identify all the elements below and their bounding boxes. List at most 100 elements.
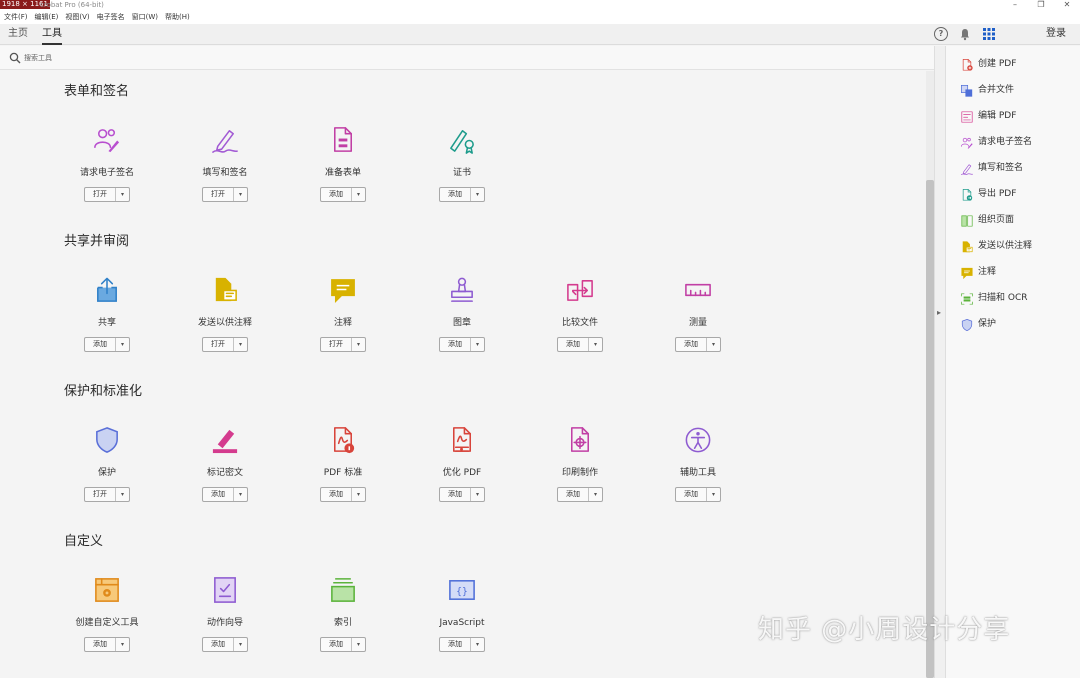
section-title: 共享并审阅 xyxy=(64,234,130,249)
chevron-down-icon[interactable]: ▾ xyxy=(589,488,602,501)
tool-action-button[interactable]: 打开 xyxy=(203,188,234,201)
chevron-down-icon[interactable]: ▾ xyxy=(471,338,484,351)
tool-action-button[interactable]: 添加 xyxy=(440,338,471,351)
tool-card[interactable]: 注释 打开 ▾ xyxy=(284,275,402,355)
right-pane-item[interactable]: 注释 xyxy=(960,264,996,280)
tool-card[interactable]: 请求电子签名 打开 ▾ xyxy=(48,125,166,205)
tool-action-button[interactable]: 打开 xyxy=(203,338,234,351)
tab-home[interactable]: 主页 xyxy=(8,27,28,41)
right-pane-item[interactable]: 创建 PDF xyxy=(960,56,1016,72)
tool-label: 填写和签名 xyxy=(202,168,248,178)
right-pane-item[interactable]: 编辑 PDF xyxy=(960,108,1016,124)
chevron-down-icon[interactable]: ▾ xyxy=(707,338,720,351)
tool-card[interactable]: PDF 标准 添加 ▾ xyxy=(284,425,402,505)
chevron-down-icon[interactable]: ▾ xyxy=(471,638,484,651)
chevron-down-icon[interactable]: ▾ xyxy=(352,638,365,651)
tool-card[interactable]: 动作向导 添加 ▾ xyxy=(166,575,284,655)
index-icon xyxy=(328,575,358,605)
tool-card[interactable]: 测量 添加 ▾ xyxy=(639,275,757,355)
right-pane-item[interactable]: 请求电子签名 xyxy=(960,134,1032,150)
right-pane-collapse-handle[interactable]: ▸ xyxy=(934,46,946,678)
minimize-button[interactable]: – xyxy=(1002,0,1028,11)
tool-card[interactable]: 印刷制作 添加 ▾ xyxy=(521,425,639,505)
bell-icon[interactable] xyxy=(958,27,972,41)
prepare-form-icon xyxy=(328,125,358,155)
tool-label: 比较文件 xyxy=(561,318,598,328)
tool-action-button[interactable]: 打开 xyxy=(85,188,116,201)
tool-card[interactable]: 发送以供注释 打开 ▾ xyxy=(166,275,284,355)
apps-grid-icon[interactable] xyxy=(982,27,996,41)
tool-action-button[interactable]: 添加 xyxy=(558,488,589,501)
tool-card[interactable]: 索引 添加 ▾ xyxy=(284,575,402,655)
chevron-down-icon[interactable]: ▾ xyxy=(234,188,247,201)
tool-card[interactable]: 优化 PDF 添加 ▾ xyxy=(403,425,521,505)
restore-button[interactable]: ❐ xyxy=(1028,0,1054,11)
search-input[interactable] xyxy=(24,51,324,65)
tool-action-button[interactable]: 打开 xyxy=(85,488,116,501)
tool-card[interactable]: 图章 添加 ▾ xyxy=(403,275,521,355)
tab-tools[interactable]: 工具 xyxy=(42,27,62,45)
menu-view[interactable]: 视图(V) xyxy=(65,11,89,24)
tool-card[interactable]: 创建自定义工具 添加 ▾ xyxy=(48,575,166,655)
tool-card[interactable]: 共享 添加 ▾ xyxy=(48,275,166,355)
chevron-down-icon[interactable]: ▾ xyxy=(471,188,484,201)
tool-action-button[interactable]: 打开 xyxy=(321,338,352,351)
right-pane-item-label: 注释 xyxy=(978,267,997,277)
chevron-down-icon[interactable]: ▾ xyxy=(352,188,365,201)
chevron-down-icon[interactable]: ▾ xyxy=(116,638,129,651)
chevron-down-icon[interactable]: ▾ xyxy=(707,488,720,501)
right-pane-item[interactable]: 合并文件 xyxy=(960,82,1014,98)
right-pane-item[interactable]: 发送以供注释 xyxy=(960,238,1032,254)
tool-action-button[interactable]: 添加 xyxy=(440,488,471,501)
chevron-down-icon[interactable]: ▾ xyxy=(116,338,129,351)
menu-edit[interactable]: 编辑(E) xyxy=(35,11,59,24)
scrollbar-thumb[interactable] xyxy=(926,180,934,678)
tool-action-button[interactable]: 添加 xyxy=(203,638,234,651)
chevron-down-icon[interactable]: ▾ xyxy=(471,488,484,501)
menu-file[interactable]: 文件(F) xyxy=(4,11,28,24)
tool-action-button[interactable]: 添加 xyxy=(321,638,352,651)
menu-window[interactable]: 窗口(W) xyxy=(132,11,158,24)
tool-action-button[interactable]: 添加 xyxy=(321,188,352,201)
close-button[interactable]: ✕ xyxy=(1054,0,1080,11)
tool-card[interactable]: 辅助工具 添加 ▾ xyxy=(639,425,757,505)
right-pane-item-label: 扫描和 OCR xyxy=(978,293,1028,303)
tool-action-button[interactable]: 添加 xyxy=(676,488,707,501)
help-icon[interactable]: ? xyxy=(934,27,948,41)
chevron-down-icon[interactable]: ▾ xyxy=(352,338,365,351)
tool-card[interactable]: 比较文件添加 ▾ xyxy=(521,275,639,355)
right-pane-item[interactable]: 保护 xyxy=(960,316,996,332)
tool-action-button[interactable]: 添加 xyxy=(203,488,234,501)
chevron-down-icon[interactable]: ▾ xyxy=(116,188,129,201)
chevron-down-icon[interactable]: ▾ xyxy=(116,488,129,501)
sign-in-link[interactable]: 登录 xyxy=(1046,27,1066,41)
right-pane-item-label: 填写和签名 xyxy=(978,163,1024,173)
combine-files-icon xyxy=(960,83,974,97)
menu-e-sign[interactable]: 电子签名 xyxy=(97,11,125,24)
chevron-down-icon[interactable]: ▾ xyxy=(589,338,602,351)
tool-card[interactable]: 填写和签名打开 ▾ xyxy=(166,125,284,205)
right-pane-item[interactable]: 导出 PDF xyxy=(960,186,1016,202)
menu-help[interactable]: 帮助(H) xyxy=(165,11,190,24)
right-pane-item[interactable]: 扫描和 OCR xyxy=(960,290,1027,306)
right-pane-item[interactable]: 填写和签名 xyxy=(960,160,1023,176)
chevron-down-icon[interactable]: ▾ xyxy=(234,338,247,351)
tool-card[interactable]: 标记密文 添加 ▾ xyxy=(166,425,284,505)
chevron-down-icon[interactable]: ▾ xyxy=(234,638,247,651)
stamp-icon xyxy=(447,275,477,305)
tool-card[interactable]: 准备表单 添加 ▾ xyxy=(284,125,402,205)
chevron-down-icon[interactable]: ▾ xyxy=(234,488,247,501)
tool-action-button[interactable]: 添加 xyxy=(676,338,707,351)
tool-action-button[interactable]: 添加 xyxy=(558,338,589,351)
tool-action-button[interactable]: 添加 xyxy=(85,338,116,351)
tool-action-button[interactable]: 添加 xyxy=(440,638,471,651)
tool-action-button[interactable]: 添加 xyxy=(321,488,352,501)
right-pane-item[interactable]: 组织页面 xyxy=(960,212,1014,228)
comment-icon xyxy=(328,275,358,305)
tool-card[interactable]: {} JavaScript 添加 ▾ xyxy=(403,575,521,655)
tool-card[interactable]: 证书 添加 ▾ xyxy=(403,125,521,205)
tool-action-button[interactable]: 添加 xyxy=(85,638,116,651)
tool-action-button[interactable]: 添加 xyxy=(440,188,471,201)
tool-card[interactable]: 保护 打开 ▾ xyxy=(48,425,166,505)
chevron-down-icon[interactable]: ▾ xyxy=(352,488,365,501)
